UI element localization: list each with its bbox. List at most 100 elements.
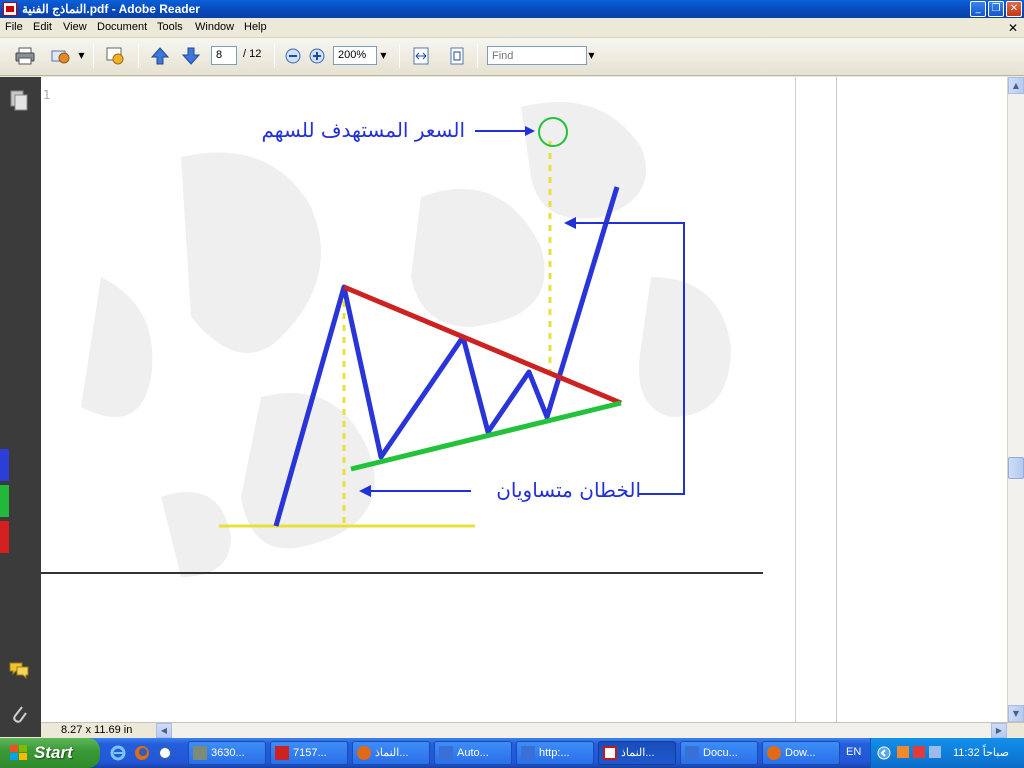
taskbar-task[interactable]: Dow...: [762, 741, 840, 765]
attachments-icon[interactable]: [10, 703, 28, 725]
start-label: Start: [34, 743, 73, 762]
zoom-out-icon[interactable]: [283, 46, 303, 66]
next-page-icon[interactable]: [181, 46, 201, 66]
review-comment-icon[interactable]: [105, 46, 125, 66]
toolbar-separator: [477, 44, 478, 68]
task-label: 3630...: [211, 747, 245, 759]
taskbar-task[interactable]: Auto...: [434, 741, 512, 765]
task-icon: [439, 746, 453, 760]
task-label: http:...: [539, 747, 570, 759]
email-dropdown-arrow[interactable]: ▼: [76, 46, 87, 65]
equal-lines-label: الخطان متساويان: [496, 478, 641, 502]
scroll-left-button[interactable]: ◀: [156, 723, 172, 738]
vertical-scrollbar[interactable]: ▲ ▼: [1007, 77, 1024, 722]
menu-file[interactable]: File: [5, 21, 23, 33]
clock: 11:32 صباحاً: [953, 747, 1009, 759]
taskbar-task[interactable]: 3630...: [188, 741, 266, 765]
tray-network-icon[interactable]: [929, 746, 941, 758]
find-dropdown-arrow[interactable]: ▼: [586, 46, 597, 65]
close-document-icon[interactable]: ✕: [1008, 21, 1018, 35]
chevron-left-icon[interactable]: [877, 745, 891, 761]
page-margin-right: [796, 77, 1007, 722]
page-total: / 12: [243, 48, 262, 60]
task-icon: [603, 746, 617, 760]
task-icon: [685, 746, 699, 760]
task-icon: [357, 746, 371, 760]
task-icon: [521, 746, 535, 760]
taskbar: Start 3630... 7157... النماذ... Auto... …: [0, 738, 1024, 768]
fit-page-icon[interactable]: [447, 46, 467, 66]
tray-security-icon[interactable]: [913, 746, 925, 758]
task-label: النماذ...: [375, 747, 409, 759]
language-indicator[interactable]: EN: [846, 746, 861, 758]
taskbar-task[interactable]: 7157...: [270, 741, 348, 765]
color-swatch-red: [0, 521, 9, 553]
support-line: [350, 400, 622, 472]
page-corner-mark: 1: [43, 88, 51, 102]
watermark-strokes: [81, 102, 731, 577]
toolbar-separator: [274, 44, 275, 68]
toolbar-separator: [138, 44, 139, 68]
maximize-button[interactable]: ❐: [988, 1, 1004, 17]
toolbar: ▼ 8 / 12 200% ▼ Find ▼: [0, 38, 1024, 76]
taskbar-task[interactable]: http:...: [516, 741, 594, 765]
task-label: Auto...: [457, 747, 489, 759]
task-icon: [275, 746, 289, 760]
scroll-up-button[interactable]: ▲: [1008, 77, 1024, 94]
minimize-button[interactable]: _: [970, 1, 986, 17]
close-button[interactable]: ✕: [1006, 1, 1022, 17]
windows-flag-icon: [10, 745, 27, 760]
email-icon[interactable]: [50, 46, 70, 66]
page-number-field[interactable]: 8: [211, 46, 237, 65]
task-icon: [767, 746, 781, 760]
firefox-icon[interactable]: [134, 745, 150, 761]
color-swatch-green: [0, 485, 9, 517]
task-label: النماذ...: [621, 747, 655, 759]
taskbar-task[interactable]: النماذ...: [352, 741, 430, 765]
previous-page-icon[interactable]: [150, 46, 170, 66]
task-label: Dow...: [785, 747, 816, 759]
menu-bar: File Edit View Document Tools Window Hel…: [0, 18, 1024, 38]
scroll-right-button[interactable]: ▶: [991, 723, 1007, 738]
adobe-reader-window: النماذج الفنية.pdf - Adobe Reader _ ❐ ✕ …: [0, 0, 1024, 738]
toolbar-separator: [93, 44, 94, 68]
internet-explorer-icon[interactable]: [110, 745, 126, 761]
task-icon: [193, 746, 207, 760]
start-button[interactable]: Start: [0, 738, 100, 768]
target-price-label: السعر المستهدف للسهم: [261, 118, 465, 142]
find-input[interactable]: [487, 46, 587, 65]
taskbar-task-active[interactable]: النماذ...: [598, 741, 676, 765]
title-bar: النماذج الفنية.pdf - Adobe Reader _ ❐ ✕: [0, 0, 1024, 18]
menu-edit[interactable]: Edit: [33, 21, 52, 33]
zoom-in-icon[interactable]: [307, 46, 327, 66]
color-swatch-blue: [0, 449, 9, 481]
status-bar: 8.27 x 11.69 in ◀ ▶: [41, 722, 1024, 738]
page-size-label: 8.27 x 11.69 in: [61, 724, 133, 736]
system-tray: 11:32 صباحاً: [870, 738, 1024, 768]
document-view[interactable]: السعر المستهدف للسهم الخطان متساويان 1: [41, 77, 1007, 722]
task-label: Docu...: [703, 747, 738, 759]
menu-view[interactable]: View: [63, 21, 87, 33]
adobe-pdf-icon: [3, 2, 17, 16]
menu-window[interactable]: Window: [195, 21, 234, 33]
scroll-down-button[interactable]: ▼: [1008, 705, 1024, 722]
scroll-thumb[interactable]: [1008, 457, 1024, 479]
window-title: النماذج الفنية.pdf - Adobe Reader: [22, 2, 200, 16]
quick-launch-browser-icon[interactable]: [157, 745, 173, 761]
task-label: 7157...: [293, 747, 327, 759]
fit-width-icon[interactable]: [411, 46, 431, 66]
zoom-dropdown-arrow[interactable]: ▼: [378, 46, 389, 65]
tray-app-icon[interactable]: [897, 746, 909, 758]
pages-icon[interactable]: [10, 90, 28, 112]
menu-help[interactable]: Help: [244, 21, 267, 33]
print-icon[interactable]: [15, 46, 35, 66]
taskbar-task[interactable]: Docu...: [680, 741, 758, 765]
comments-icon[interactable]: [8, 661, 30, 679]
menu-document[interactable]: Document: [97, 21, 147, 33]
bracket-arrow-head: [564, 217, 576, 229]
toolbar-separator: [399, 44, 400, 68]
navigation-panel: [0, 77, 41, 737]
menu-tools[interactable]: Tools: [157, 21, 183, 33]
zoom-level-field[interactable]: 200%: [333, 46, 377, 65]
horizontal-scrollbar[interactable]: ◀ ▶: [156, 723, 1007, 738]
